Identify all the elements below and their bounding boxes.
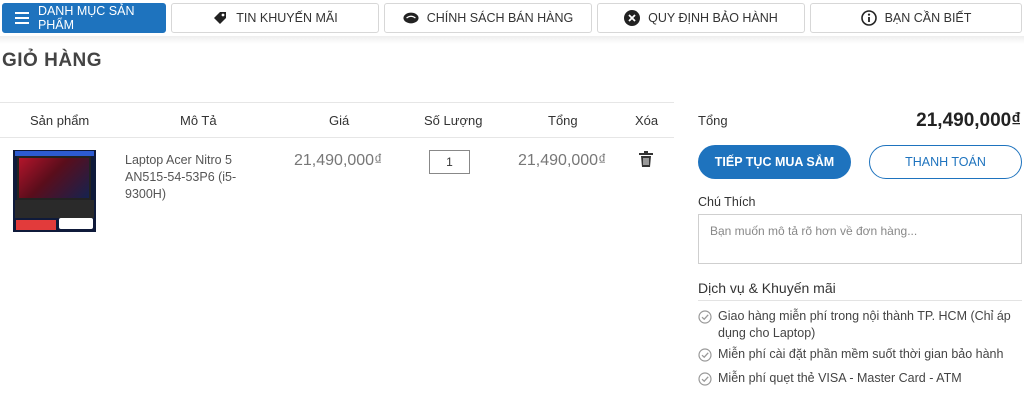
line-total: 21,490,000₫ [518, 152, 607, 169]
wrench-icon [624, 10, 641, 26]
check-circle-icon [698, 310, 712, 324]
checkout-button[interactable]: THANH TOÁN [869, 145, 1022, 179]
summary-total-label: Tổng [698, 113, 728, 128]
header-quantity: Số Lượng [424, 113, 483, 128]
nav-promotions-button[interactable]: TIN KHUYẾN MÃI [171, 3, 379, 33]
nav-shadow [0, 36, 1024, 44]
list-item: Miễn phí quẹt thẻ VISA - Master Card - A… [698, 370, 1024, 387]
nav-sales-policy-label: CHÍNH SÁCH BÁN HÀNG [426, 11, 574, 25]
services-title: Dịch vụ & Khuyến mãi [698, 280, 836, 296]
nav-warranty-label: QUY ĐỊNH BẢO HÀNH [648, 11, 778, 25]
list-item: Miễn phí cài đặt phần mềm suốt thời gian… [698, 346, 1024, 363]
header-price: Giá [329, 113, 350, 128]
info-icon [860, 10, 877, 26]
header-description: Mô Tả [180, 113, 217, 128]
nav-warranty-button[interactable]: QUY ĐỊNH BẢO HÀNH [597, 3, 805, 33]
product-price: 21,490,000₫ [294, 152, 383, 169]
list-item: Giao hàng miễn phí trong nội thành TP. H… [698, 308, 1024, 342]
tag-icon [212, 10, 228, 26]
nav-sales-policy-button[interactable]: CHÍNH SÁCH BÁN HÀNG [384, 3, 592, 33]
table-row: Laptop Acer Nitro 5 AN515-54-53P6 (i5-93… [0, 138, 674, 234]
handshake-icon [403, 10, 419, 26]
nav-category-menu-button[interactable]: DANH MỤC SẢN PHẨM [2, 3, 166, 33]
top-navigation: DANH MỤC SẢN PHẨM TIN KHUYẾN MÃI CHÍNH S… [0, 0, 1024, 36]
product-description[interactable]: Laptop Acer Nitro 5 AN515-54-53P6 (i5-93… [125, 152, 270, 203]
nav-category-label: DANH MỤC SẢN PHẨM [37, 4, 135, 32]
header-product: Sản phẩm [30, 113, 90, 128]
summary-total-value: 21,490,000₫ [916, 110, 1021, 131]
note-field[interactable] [698, 214, 1022, 264]
cart-table-header: Sản phẩm Mô Tả Giá Số Lượng Tổng Xóa [0, 102, 674, 138]
divider [698, 300, 1022, 301]
note-label: Chú Thích [698, 195, 756, 209]
page-title: GIỎ HÀNG [2, 50, 103, 71]
service-text: Miễn phí quẹt thẻ VISA - Master Card - A… [718, 371, 962, 385]
nav-promotions-label: TIN KHUYẾN MÃI [236, 11, 338, 25]
service-text: Giao hàng miễn phí trong nội thành TP. H… [718, 309, 1011, 340]
trash-icon[interactable] [639, 151, 653, 167]
quantity-input[interactable]: 1 [429, 150, 470, 174]
nav-need-to-know-label: BẠN CẦN BIẾT [884, 11, 972, 25]
nav-need-to-know-button[interactable]: BẠN CẦN BIẾT [810, 3, 1022, 33]
product-image[interactable] [13, 150, 96, 232]
cart-table: Sản phẩm Mô Tả Giá Số Lượng Tổng Xóa Lap… [0, 102, 674, 234]
header-delete: Xóa [635, 113, 659, 128]
service-text: Miễn phí cài đặt phần mềm suốt thời gian… [718, 347, 1004, 361]
check-circle-icon [698, 372, 712, 386]
menu-icon [15, 10, 30, 26]
header-total: Tổng [548, 113, 578, 128]
check-circle-icon [698, 348, 712, 362]
continue-shopping-button[interactable]: TIẾP TỤC MUA SẮM [698, 145, 851, 179]
